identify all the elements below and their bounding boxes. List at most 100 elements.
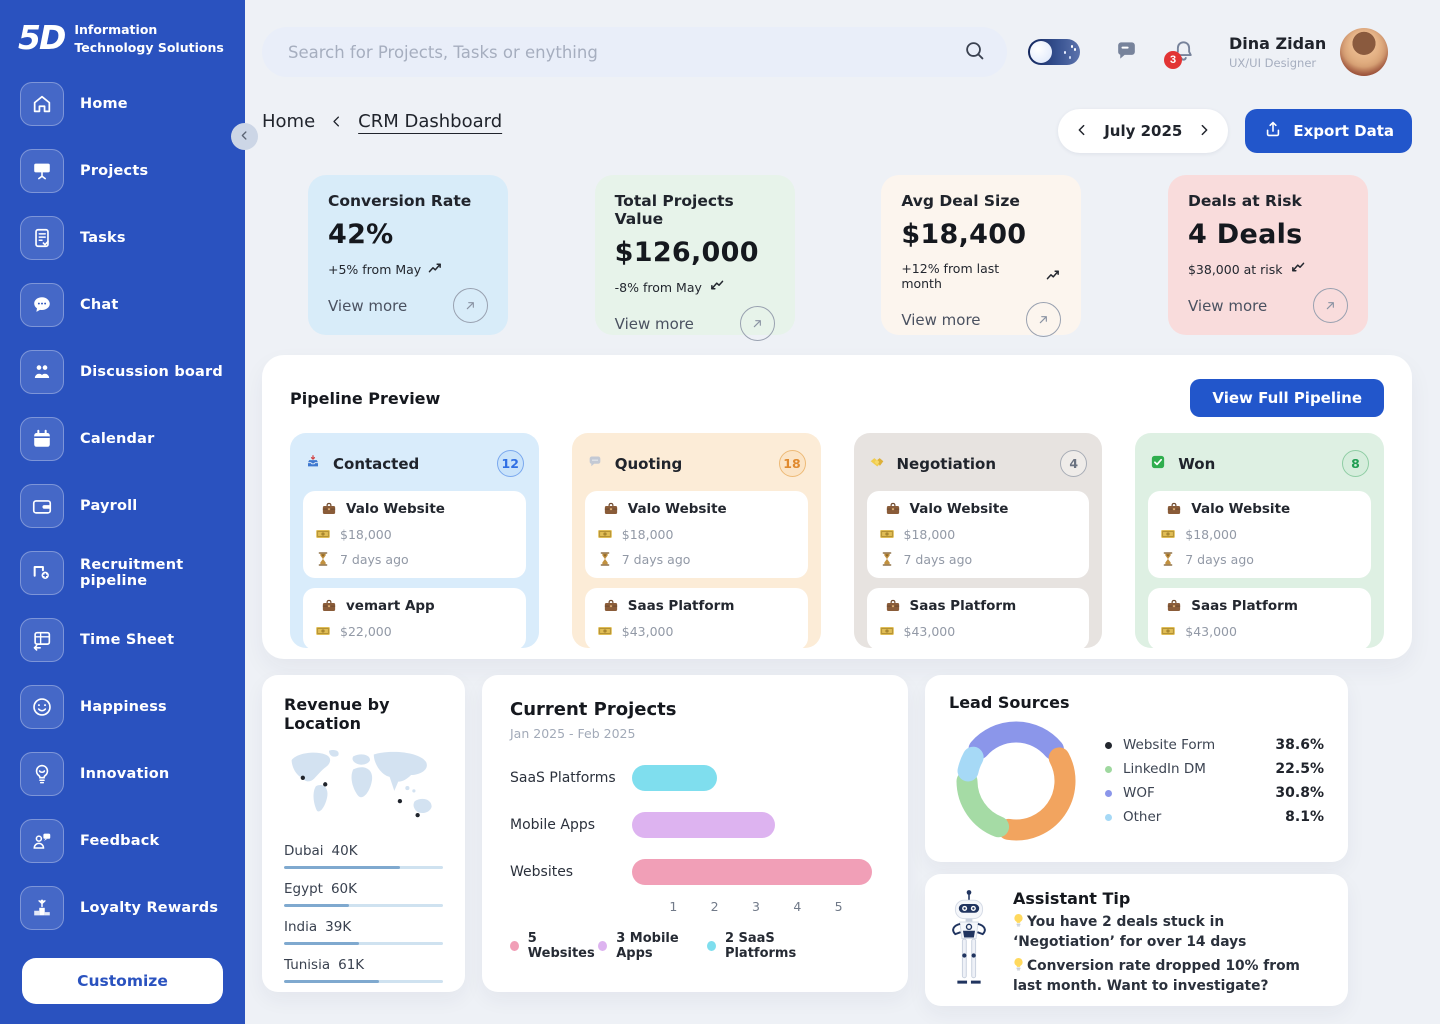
toggle-stars (1071, 45, 1074, 48)
deal-card[interactable]: Valo Website$18,0007 days ago (867, 491, 1090, 578)
deal-name: Valo Website (628, 501, 727, 517)
avatar[interactable] (1340, 28, 1388, 76)
sidebar-item-recruitment-pipeline[interactable]: Recruitment pipeline (20, 551, 225, 595)
project-bar (632, 859, 872, 885)
deal-value: $18,000 (1185, 527, 1237, 542)
sidebar-item-home[interactable]: Home (20, 82, 225, 126)
sidebar-item-payroll[interactable]: Payroll (20, 484, 225, 528)
x-tick-label: 1 (669, 899, 677, 914)
sidebar: 5D Information Technology Solutions Home… (0, 0, 245, 1024)
column-name: Contacted (333, 455, 488, 473)
briefcase-icon (885, 501, 901, 517)
location-value: 60K (331, 881, 357, 897)
legend-item-3-mobile-apps: 3 Mobile Apps (598, 931, 707, 961)
sidebar-item-calendar[interactable]: Calendar (20, 417, 225, 461)
sidebar-item-feedback[interactable]: Feedback (20, 819, 225, 863)
breadcrumb-current[interactable]: CRM Dashboard (358, 111, 502, 132)
briefcase-icon (885, 598, 901, 614)
view-more-link[interactable]: View more (328, 297, 407, 315)
home-icon (20, 82, 64, 126)
search-input[interactable] (288, 43, 961, 62)
sidebar-item-happiness[interactable]: Happiness (20, 685, 225, 729)
breadcrumb: Home CRM Dashboard (262, 111, 502, 132)
project-bar-row-websites: Websites (510, 859, 880, 885)
user-menu[interactable]: Dina Zidan UX/UI Designer (1229, 34, 1326, 70)
deal-card[interactable]: Valo Website$18,0007 days ago (303, 491, 526, 578)
search-icon[interactable] (961, 39, 987, 65)
location-bar-fill (284, 980, 379, 983)
sidebar-item-label: Discussion board (80, 364, 223, 380)
month-next-button[interactable] (1190, 117, 1218, 145)
pipeline-header: Pipeline Preview View Full Pipeline (290, 379, 1384, 417)
deal-age: 7 days ago (904, 552, 973, 567)
month-prev-button[interactable] (1068, 117, 1096, 145)
sidebar-collapse-button[interactable] (231, 123, 258, 150)
lightbulb-icon (1013, 958, 1027, 974)
view-more-link[interactable]: View more (1188, 297, 1267, 315)
messages-icon[interactable] (1113, 39, 1139, 65)
sidebar-nav: Home Projects Tasks Chat Discussion board Cal… (0, 82, 245, 948)
view-more-link[interactable]: View more (901, 311, 980, 329)
column-count-badge: 12 (497, 450, 524, 477)
tasks-icon (20, 216, 64, 260)
lead-legend-row-website-form: Website Form38.6% (1105, 737, 1324, 753)
sidebar-item-loyalty-rewards[interactable]: Loyalty Rewards (20, 886, 225, 930)
deal-card[interactable]: Valo Website$18,0007 days ago (1148, 491, 1371, 578)
world-map (284, 747, 443, 831)
revenue-title: Revenue by Location (284, 695, 443, 733)
dark-mode-toggle[interactable] (1028, 39, 1080, 65)
view-more-arrow-button[interactable] (1026, 302, 1061, 337)
notifications-bell-icon[interactable]: 3 (1170, 39, 1196, 65)
sidebar-item-discussion-board[interactable]: Discussion board (20, 350, 225, 394)
customize-button[interactable]: Customize (22, 958, 223, 1004)
sidebar-item-label: Happiness (80, 699, 167, 715)
sidebar-item-label: Feedback (80, 833, 159, 849)
export-data-button[interactable]: Export Data (1245, 109, 1412, 153)
lead-source-label: Other (1123, 809, 1285, 825)
chevron-left-icon (329, 114, 344, 129)
money-icon (879, 623, 895, 639)
location-row-india: India39K (284, 919, 443, 945)
location-bar-fill (284, 942, 359, 945)
stat-card-deals-at-risk: Deals at Risk4 Deals$38,000 at riskView … (1168, 175, 1368, 335)
lead-source-percentage: 22.5% (1275, 761, 1324, 777)
sidebar-item-label: Projects (80, 163, 148, 179)
user-role: UX/UI Designer (1229, 56, 1326, 70)
bottom-row: Revenue by Location (262, 675, 1348, 992)
breadcrumb-home[interactable]: Home (262, 111, 315, 132)
view-more-arrow-button[interactable] (1313, 288, 1348, 323)
view-full-pipeline-button[interactable]: View Full Pipeline (1190, 379, 1384, 417)
sidebar-item-projects[interactable]: Projects (20, 149, 225, 193)
export-label: Export Data (1293, 122, 1394, 140)
location-name: Dubai (284, 843, 324, 859)
lead-source-percentage: 30.8% (1275, 785, 1324, 801)
stats-row: Conversion Rate42%+5% from MayView moreT… (262, 175, 1412, 335)
revenue-by-location-card: Revenue by Location (262, 675, 465, 992)
stat-card-conversion-rate: Conversion Rate42%+5% from MayView more (308, 175, 508, 335)
sidebar-item-label: Innovation (80, 766, 169, 782)
deal-card[interactable]: Saas Platform$43,000 (1148, 588, 1371, 648)
view-more-arrow-button[interactable] (453, 288, 488, 323)
deal-card[interactable]: Saas Platform$43,000 (585, 588, 808, 648)
lead-legend-row-other: Other8.1% (1105, 809, 1324, 825)
deal-value: $43,000 (622, 624, 674, 639)
money-icon (1160, 623, 1176, 639)
sidebar-item-tasks[interactable]: Tasks (20, 216, 225, 260)
deal-card[interactable]: Valo Website$18,0007 days ago (585, 491, 808, 578)
pipeline-column-contacted: Contacted 12 Valo Website$18,0007 days ago… (290, 433, 539, 648)
deal-card[interactable]: vemart App$22,000 (303, 588, 526, 648)
sidebar-item-time-sheet[interactable]: Time Sheet (20, 618, 225, 662)
current-projects-title: Current Projects (510, 699, 880, 720)
view-more-link[interactable]: View more (615, 315, 694, 333)
lead-sources-legend: Website Form38.6%LinkedIn DM22.5%WOF30.8… (1105, 737, 1324, 825)
sidebar-item-innovation[interactable]: Innovation (20, 752, 225, 796)
sidebar-item-chat[interactable]: Chat (20, 283, 225, 327)
view-more-arrow-button[interactable] (740, 306, 775, 341)
loyalty-icon (20, 886, 64, 930)
hourglass-icon (1160, 551, 1176, 567)
deal-card[interactable]: Saas Platform$43,000 (867, 588, 1090, 648)
column-name: Won (1178, 455, 1333, 473)
stat-value: $18,400 (901, 219, 1061, 250)
lead-legend-row-linkedin-dm: LinkedIn DM22.5% (1105, 761, 1324, 777)
sidebar-item-label: Calendar (80, 431, 154, 447)
